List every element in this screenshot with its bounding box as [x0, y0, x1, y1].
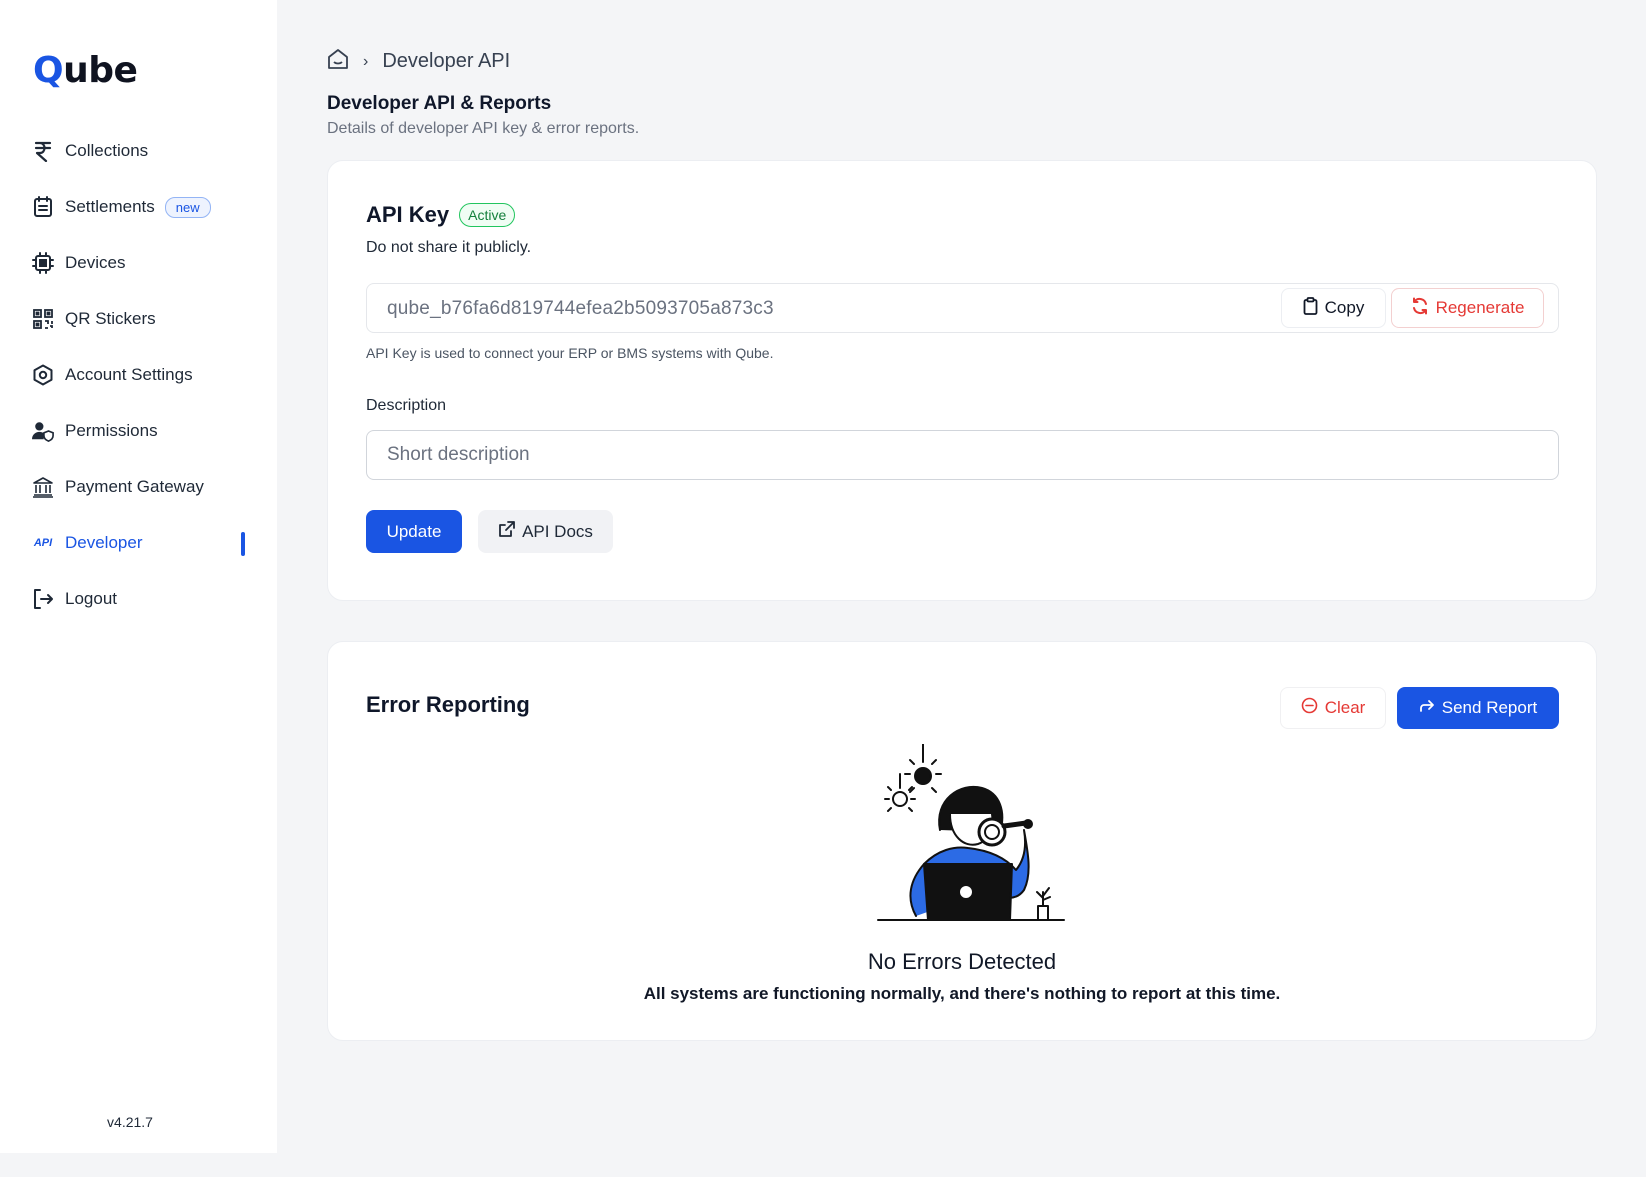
update-button[interactable]: Update	[366, 510, 462, 553]
sidebar-item-developer[interactable]: API Developer	[0, 515, 277, 571]
error-reporting-title: Error Reporting	[366, 692, 530, 717]
calendar-list-icon	[32, 196, 54, 218]
sidebar-item-settlements[interactable]: Settlements new	[0, 179, 277, 235]
api-key-value[interactable]: qube_b76fa6d819744efea2b5093705a873c3	[387, 298, 774, 320]
bank-icon	[32, 476, 54, 498]
clear-label: Clear	[1324, 698, 1366, 717]
copy-button[interactable]: Copy	[1281, 288, 1386, 328]
home-icon[interactable]	[327, 48, 349, 75]
sidebar-item-label: Logout	[65, 589, 117, 608]
sidebar-nav: Collections Settlements new Devices QR S…	[0, 123, 277, 627]
logo-letter: Q	[33, 50, 64, 91]
sidebar-item-logout[interactable]: Logout	[0, 571, 277, 627]
breadcrumb-current: Developer API	[382, 50, 511, 72]
api-key-hint: API Key is used to connect your ERP or B…	[366, 345, 774, 361]
regenerate-label: Regenerate	[1435, 298, 1525, 317]
logo-text: ube	[63, 50, 138, 91]
sidebar-item-permissions[interactable]: Permissions	[0, 403, 277, 459]
sidebar-item-label: QR Stickers	[65, 309, 156, 328]
sidebar: Qube Collections Settlements new Devices	[0, 0, 277, 1153]
sidebar-item-label: Devices	[65, 253, 126, 272]
sidebar-item-account-settings[interactable]: Account Settings	[0, 347, 277, 403]
app-version: v4.21.7	[107, 1114, 153, 1130]
rupee-icon	[32, 140, 54, 162]
sidebar-item-label: Payment Gateway	[65, 477, 204, 496]
update-label: Update	[386, 521, 442, 541]
api-key-title: API Key	[366, 202, 450, 227]
api-icon: API	[33, 537, 53, 549]
page-subtitle: Details of developer API key & error rep…	[327, 120, 640, 137]
api-docs-button[interactable]: API Docs	[478, 510, 613, 553]
sidebar-item-label: Developer	[65, 533, 143, 552]
sidebar-item-payment-gateway[interactable]: Payment Gateway	[0, 459, 277, 515]
api-key-header: API Key Active	[366, 202, 516, 228]
api-key-note: Do not share it publicly.	[366, 239, 532, 256]
description-input[interactable]	[366, 430, 1559, 480]
send-report-label: Send Report	[1441, 698, 1538, 717]
user-shield-icon	[32, 420, 54, 442]
copy-label: Copy	[1324, 298, 1365, 317]
forward-arrow-icon	[1419, 698, 1435, 718]
api-key-card: API Key Active Do not share it publicly.…	[327, 160, 1597, 601]
breadcrumb-separator: ›	[363, 52, 369, 70]
sidebar-item-label: Collections	[65, 141, 149, 160]
send-report-button[interactable]: Send Report	[1397, 687, 1559, 729]
api-docs-label: API Docs	[522, 521, 593, 541]
empty-state-subtitle: All systems are functioning normally, an…	[643, 984, 1281, 1003]
sidebar-item-devices[interactable]: Devices	[0, 235, 277, 291]
logo[interactable]: Qube	[33, 50, 138, 91]
sidebar-item-qr-stickers[interactable]: QR Stickers	[0, 291, 277, 347]
page-title: Developer API & Reports	[327, 93, 552, 114]
api-key-field: qube_b76fa6d819744efea2b5093705a873c3 Co…	[366, 283, 1559, 333]
empty-state-title: No Errors Detected	[867, 949, 1057, 974]
regenerate-button[interactable]: Regenerate	[1391, 288, 1544, 328]
no-errors-illustration	[876, 743, 1066, 922]
qr-code-icon	[32, 308, 54, 330]
sidebar-item-label: Settlements	[65, 197, 155, 216]
description-label: Description	[366, 397, 447, 414]
active-indicator	[241, 532, 245, 556]
new-badge: new	[164, 196, 211, 218]
external-link-icon	[498, 520, 515, 543]
refresh-icon	[1411, 297, 1429, 320]
chip-icon	[32, 252, 54, 274]
sidebar-item-label: Account Settings	[65, 365, 193, 384]
clear-button[interactable]: Clear	[1280, 687, 1386, 729]
error-reporting-card: Error Reporting Clear Send Report No Err…	[327, 641, 1597, 1041]
breadcrumb: › Developer API	[327, 48, 510, 75]
clipboard-icon	[1303, 296, 1318, 320]
sidebar-item-collections[interactable]: Collections	[0, 123, 277, 179]
hexagon-settings-icon	[32, 364, 54, 386]
logout-icon	[32, 588, 54, 610]
minus-circle-icon	[1301, 697, 1318, 719]
status-badge: Active	[459, 203, 516, 227]
sidebar-item-label: Permissions	[65, 421, 158, 440]
